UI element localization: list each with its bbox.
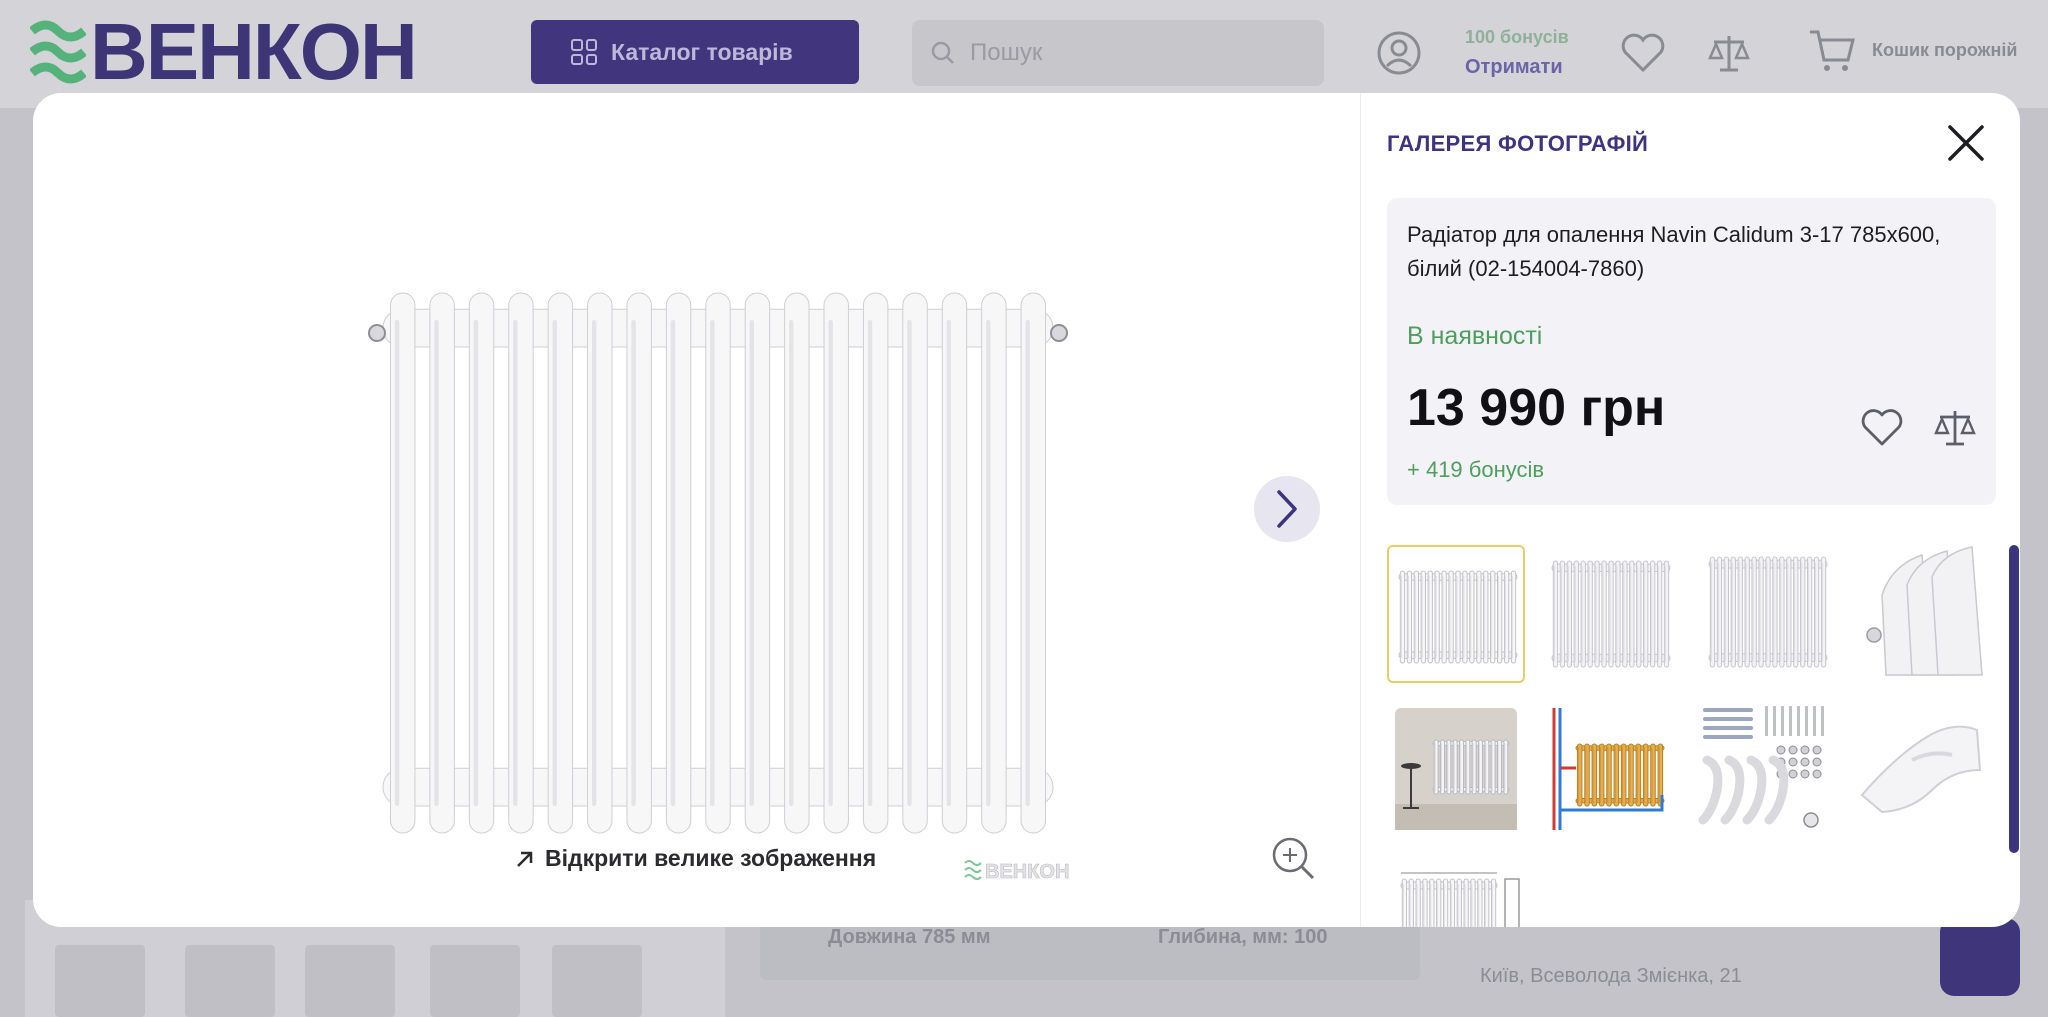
user-icon[interactable] [1376, 30, 1422, 76]
open-large-image-label: Відкрити велике зображення [545, 845, 877, 871]
watermark-logo-icon [964, 860, 982, 880]
open-large-image-link[interactable]: Відкрити велике зображення [515, 845, 876, 872]
thumbnail-mounting-kit[interactable] [1697, 700, 1835, 838]
radiator-columns [1551, 560, 1671, 668]
radiator-columns [1708, 556, 1828, 668]
radiator-piping-diagram-image [1552, 708, 1665, 830]
thumbnail-grid [1387, 545, 2007, 927]
close-icon[interactable] [1946, 123, 1986, 163]
radiator-columns [1398, 570, 1518, 664]
gallery-title: ГАЛЕРЕЯ ФОТОГРАФІЙ [1387, 131, 1649, 156]
search-placeholder: Пошук [970, 39, 1043, 66]
compare-icon[interactable] [1933, 406, 1977, 450]
bg-thumbnail [55, 945, 145, 1017]
thumbnail-radiator-front-2[interactable] [1542, 545, 1680, 683]
main-image-viewer: ВЕНКОН Відкрити велике зображення [33, 93, 1360, 927]
logo-waves-icon [30, 20, 86, 84]
store-address: Київ, Всеволода Змієнка, 21 [1480, 965, 1742, 987]
main-product-image[interactable]: ВЕНКОН [333, 243, 1093, 883]
heart-icon[interactable] [1860, 408, 1904, 448]
radiator-columns [1575, 743, 1665, 807]
grid-icon [571, 39, 597, 65]
product-price: 13 990 грн [1407, 379, 1666, 437]
thumbnail-scrollbar[interactable] [2009, 545, 2019, 853]
catalog-button-label: Каталог товарів [611, 38, 793, 65]
thumbnail-radiator-front[interactable] [1387, 545, 1525, 683]
mounting-kit-parts [1698, 706, 1824, 828]
heart-icon[interactable] [1620, 32, 1666, 74]
bracket-detail-image [1860, 725, 1982, 814]
header-bonus[interactable]: 100 бонусів Отримати [1465, 22, 1569, 82]
site-header: ВЕНКОН Каталог товарів Пошук 100 бонусів… [0, 0, 2048, 108]
radiator-columns [1400, 878, 1498, 927]
thumbnail-radiator-front-3[interactable] [1697, 545, 1835, 683]
radiator-dimensions-image [1400, 872, 1520, 927]
catalog-button[interactable]: Каталог товарів [531, 20, 859, 84]
bg-thumbnail [305, 945, 395, 1017]
next-image-button[interactable] [1254, 476, 1320, 542]
thumbnail-radiator-dimensions[interactable] [1387, 855, 1525, 927]
bg-thumbnail [552, 945, 642, 1017]
arrow-up-right-icon [517, 851, 533, 867]
stock-status: В наявності [1407, 322, 1543, 350]
site-logo[interactable]: ВЕНКОН [30, 7, 418, 96]
compare-icon[interactable] [1706, 30, 1752, 76]
radiator-side-detail-image [1866, 546, 1983, 676]
chat-button[interactable] [1940, 918, 2020, 996]
product-info-card: Радіатор для опалення Navin Calidum 3-17… [1387, 198, 1996, 505]
photo-gallery-modal: ВЕНКОН Відкрити велике зображення ГАЛЕРЕ… [33, 93, 2020, 927]
thumbnail-radiator-piping-diagram[interactable] [1542, 700, 1680, 838]
spec-length: Довжина 785 мм [828, 926, 991, 948]
thumbnail-radiator-side-detail[interactable] [1852, 545, 1990, 683]
cart-label[interactable]: Кошик порожній [1872, 40, 2017, 61]
bg-thumbnail [430, 945, 520, 1017]
mounting-kit-image [1698, 706, 1824, 828]
thumbnail-bracket-detail[interactable] [1852, 700, 1990, 838]
thumbnail-radiator-interior[interactable] [1387, 700, 1525, 838]
radiator-columns [382, 292, 1054, 834]
header-bonus-count: 100 бонусів [1465, 27, 1569, 47]
search-icon [931, 41, 954, 64]
logo-text: ВЕНКОН [90, 7, 418, 96]
watermark-text: ВЕНКОН [985, 861, 1069, 883]
product-bonus: + 419 бонусів [1407, 457, 1545, 482]
search-input[interactable]: Пошук [912, 20, 1324, 86]
product-name: Радіатор для опалення Navin Calidum 3-17… [1407, 222, 1941, 281]
radiator-interior-image [1395, 708, 1517, 830]
spec-depth: Глибина, мм: 100 [1158, 926, 1328, 948]
bg-thumbnail [185, 945, 275, 1017]
chevron-right-icon [1277, 490, 1297, 528]
zoom-in-icon[interactable] [1270, 835, 1316, 881]
header-bonus-action: Отримати [1465, 56, 1563, 78]
cart-icon[interactable] [1808, 28, 1856, 74]
